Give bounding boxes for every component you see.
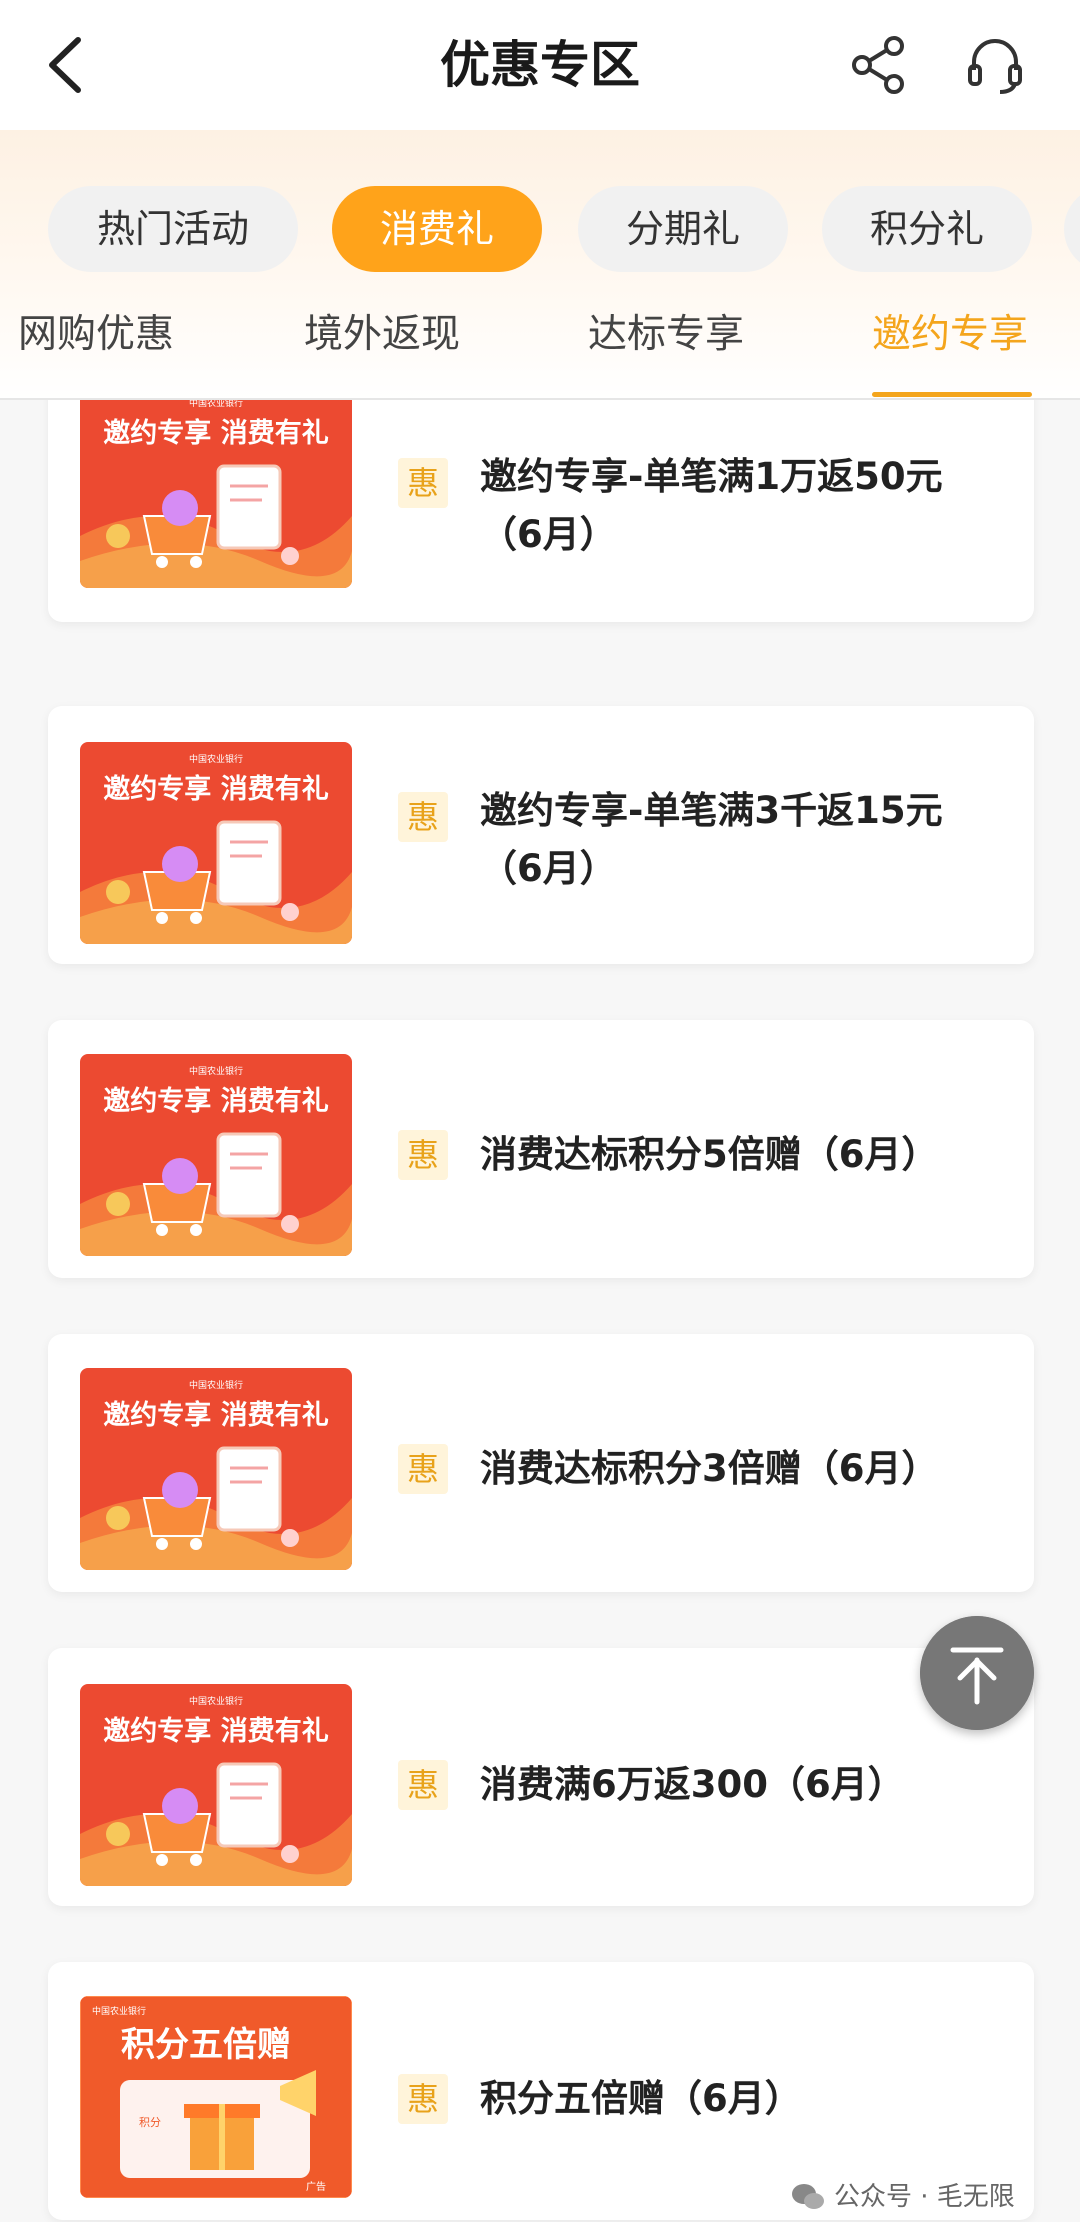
offer-card[interactable]: 中国农业银行 邀约专享 消费有礼 惠 消费达标积分3倍赠（6月） — [48, 1334, 1034, 1592]
tab-more[interactable] — [1064, 186, 1080, 272]
banner-slogan: 积分五倍赠 — [121, 2025, 291, 2065]
offer-title[interactable]: 邀约专享-单笔满3千返15元 （6月） — [480, 782, 1010, 898]
offer-title-line: 邀约专享-单笔满1万返50元 — [480, 455, 943, 498]
discount-badge: 惠 — [398, 792, 448, 842]
offer-banner-image: 中国农业银行 积分五倍赠 积分 广告 — [80, 1996, 352, 2198]
offer-card[interactable]: 中国农业银行 邀约专享 消费有礼 惠 邀约专享-单笔满1万返50元 （6月） — [48, 400, 1034, 622]
ad-label: 广告 — [306, 2180, 326, 2193]
subtab-online-shopping[interactable]: 网购优惠 — [18, 308, 174, 362]
bank-logo-text: 中国农业银行 — [92, 2005, 146, 2016]
headset-icon[interactable] — [962, 32, 1028, 98]
offer-banner-image: 中国农业银行 邀约专享 消费有礼 — [80, 1054, 352, 1256]
discount-badge: 惠 — [398, 2074, 448, 2124]
offer-card[interactable]: 中国农业银行 邀约专享 消费有礼 惠 消费满6万返300（6月） — [48, 1648, 1034, 1906]
banner-slogan: 邀约专享 消费有礼 — [103, 417, 328, 449]
offer-title[interactable]: 积分五倍赠（6月） — [480, 2070, 1010, 2128]
back-to-top-button[interactable] — [920, 1616, 1034, 1730]
banner-slogan: 邀约专享 消费有礼 — [103, 773, 328, 805]
offer-banner-image: 中国农业银行 邀约专享 消费有礼 — [80, 400, 352, 588]
offer-title[interactable]: 消费达标积分3倍赠（6月） — [480, 1440, 1010, 1498]
offer-title[interactable]: 邀约专享-单笔满1万返50元 （6月） — [480, 448, 1010, 564]
offer-title[interactable]: 消费满6万返300（6月） — [480, 1756, 1010, 1814]
banner-slogan: 邀约专享 消费有礼 — [103, 1399, 328, 1431]
bank-logo-text: 中国农业银行 — [189, 753, 243, 764]
offer-banner-image: 中国农业银行 邀约专享 消费有礼 — [80, 1684, 352, 1886]
tab-installment-gift[interactable]: 分期礼 — [578, 186, 788, 272]
offer-title-line: （6月） — [480, 513, 617, 556]
bank-logo-text: 中国农业银行 — [189, 1065, 243, 1076]
bank-logo-text: 中国农业银行 — [189, 1695, 243, 1706]
share-icon[interactable] — [846, 32, 912, 98]
discount-badge: 惠 — [398, 1760, 448, 1810]
discount-badge: 惠 — [398, 1444, 448, 1494]
offer-title-line: 邀约专享-单笔满3千返15元 — [480, 789, 943, 832]
bank-logo-text: 中国农业银行 — [189, 400, 243, 408]
offer-banner-image: 中国农业银行 邀约专享 消费有礼 — [80, 1368, 352, 1570]
sub-tabs: 网购优惠 境外返现 达标专享 邀约专享 — [0, 298, 1080, 398]
active-tab-indicator — [872, 392, 1032, 397]
points-label: 积分 — [139, 2116, 161, 2129]
banner-slogan: 邀约专享 消费有礼 — [103, 1715, 328, 1747]
page-title: 优惠专区 — [440, 36, 640, 94]
discount-badge: 惠 — [398, 458, 448, 508]
offer-title[interactable]: 消费达标积分5倍赠（6月） — [480, 1126, 1010, 1184]
wechat-icon — [792, 2184, 824, 2209]
subtab-target-exclusive[interactable]: 达标专享 — [588, 308, 744, 362]
bank-logo-text: 中国农业银行 — [189, 1379, 243, 1390]
offer-title-line: （6月） — [480, 847, 617, 890]
discount-badge: 惠 — [398, 1130, 448, 1180]
offer-card[interactable]: 中国农业银行 邀约专享 消费有礼 惠 邀约专享-单笔满3千返15元 （6月） — [48, 706, 1034, 964]
banner-slogan: 邀约专享 消费有礼 — [103, 1085, 328, 1117]
offer-banner-image: 中国农业银行 邀约专享 消费有礼 — [80, 742, 352, 944]
offer-list[interactable]: 中国农业银行 邀约专享 消费有礼 惠 邀约专享-单笔满1万返50元 （6月） 中… — [0, 400, 1080, 2222]
tab-points-gift[interactable]: 积分礼 — [822, 186, 1032, 272]
tab-hot-activities[interactable]: 热门活动 — [48, 186, 298, 272]
subtab-invite-exclusive[interactable]: 邀约专享 — [872, 308, 1028, 362]
offer-card[interactable]: 中国农业银行 邀约专享 消费有礼 惠 消费达标积分5倍赠（6月） — [48, 1020, 1034, 1278]
watermark: 公众号 · 毛无限 — [834, 2182, 1015, 2212]
navigation-bar: 优惠专区 — [0, 0, 1080, 130]
tab-consumption-gift[interactable]: 消费礼 — [332, 186, 542, 272]
category-tabs: 热门活动 消费礼 分期礼 积分礼 — [0, 186, 1080, 272]
subtab-overseas-cashback[interactable]: 境外返现 — [304, 308, 460, 362]
